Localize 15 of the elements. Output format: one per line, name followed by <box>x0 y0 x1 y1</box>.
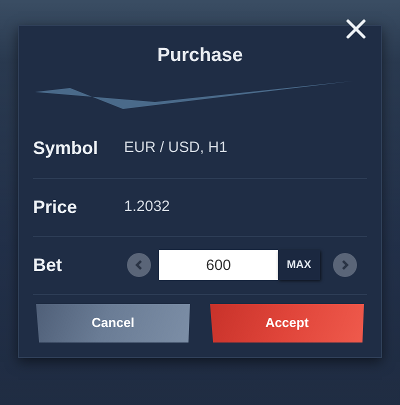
close-icon[interactable] <box>345 18 367 40</box>
increase-button[interactable] <box>333 253 357 277</box>
field-label: Price <box>33 196 78 218</box>
cancel-button[interactable]: Cancel <box>36 304 190 342</box>
accept-button[interactable]: Accept <box>210 304 364 342</box>
bet-label: Bet <box>33 254 64 276</box>
field-value: EUR / USD, H1 <box>124 138 228 158</box>
field-value: 1.2032 <box>124 196 170 217</box>
dialog-title: Purchase <box>157 44 243 68</box>
chevron-right-icon <box>339 259 351 271</box>
chevron-left-icon <box>133 259 145 271</box>
field-label: Symbol <box>33 137 100 160</box>
decrease-button[interactable] <box>127 253 151 277</box>
bet-input[interactable]: 600 <box>159 250 278 280</box>
max-button[interactable]: MAX <box>278 250 320 280</box>
